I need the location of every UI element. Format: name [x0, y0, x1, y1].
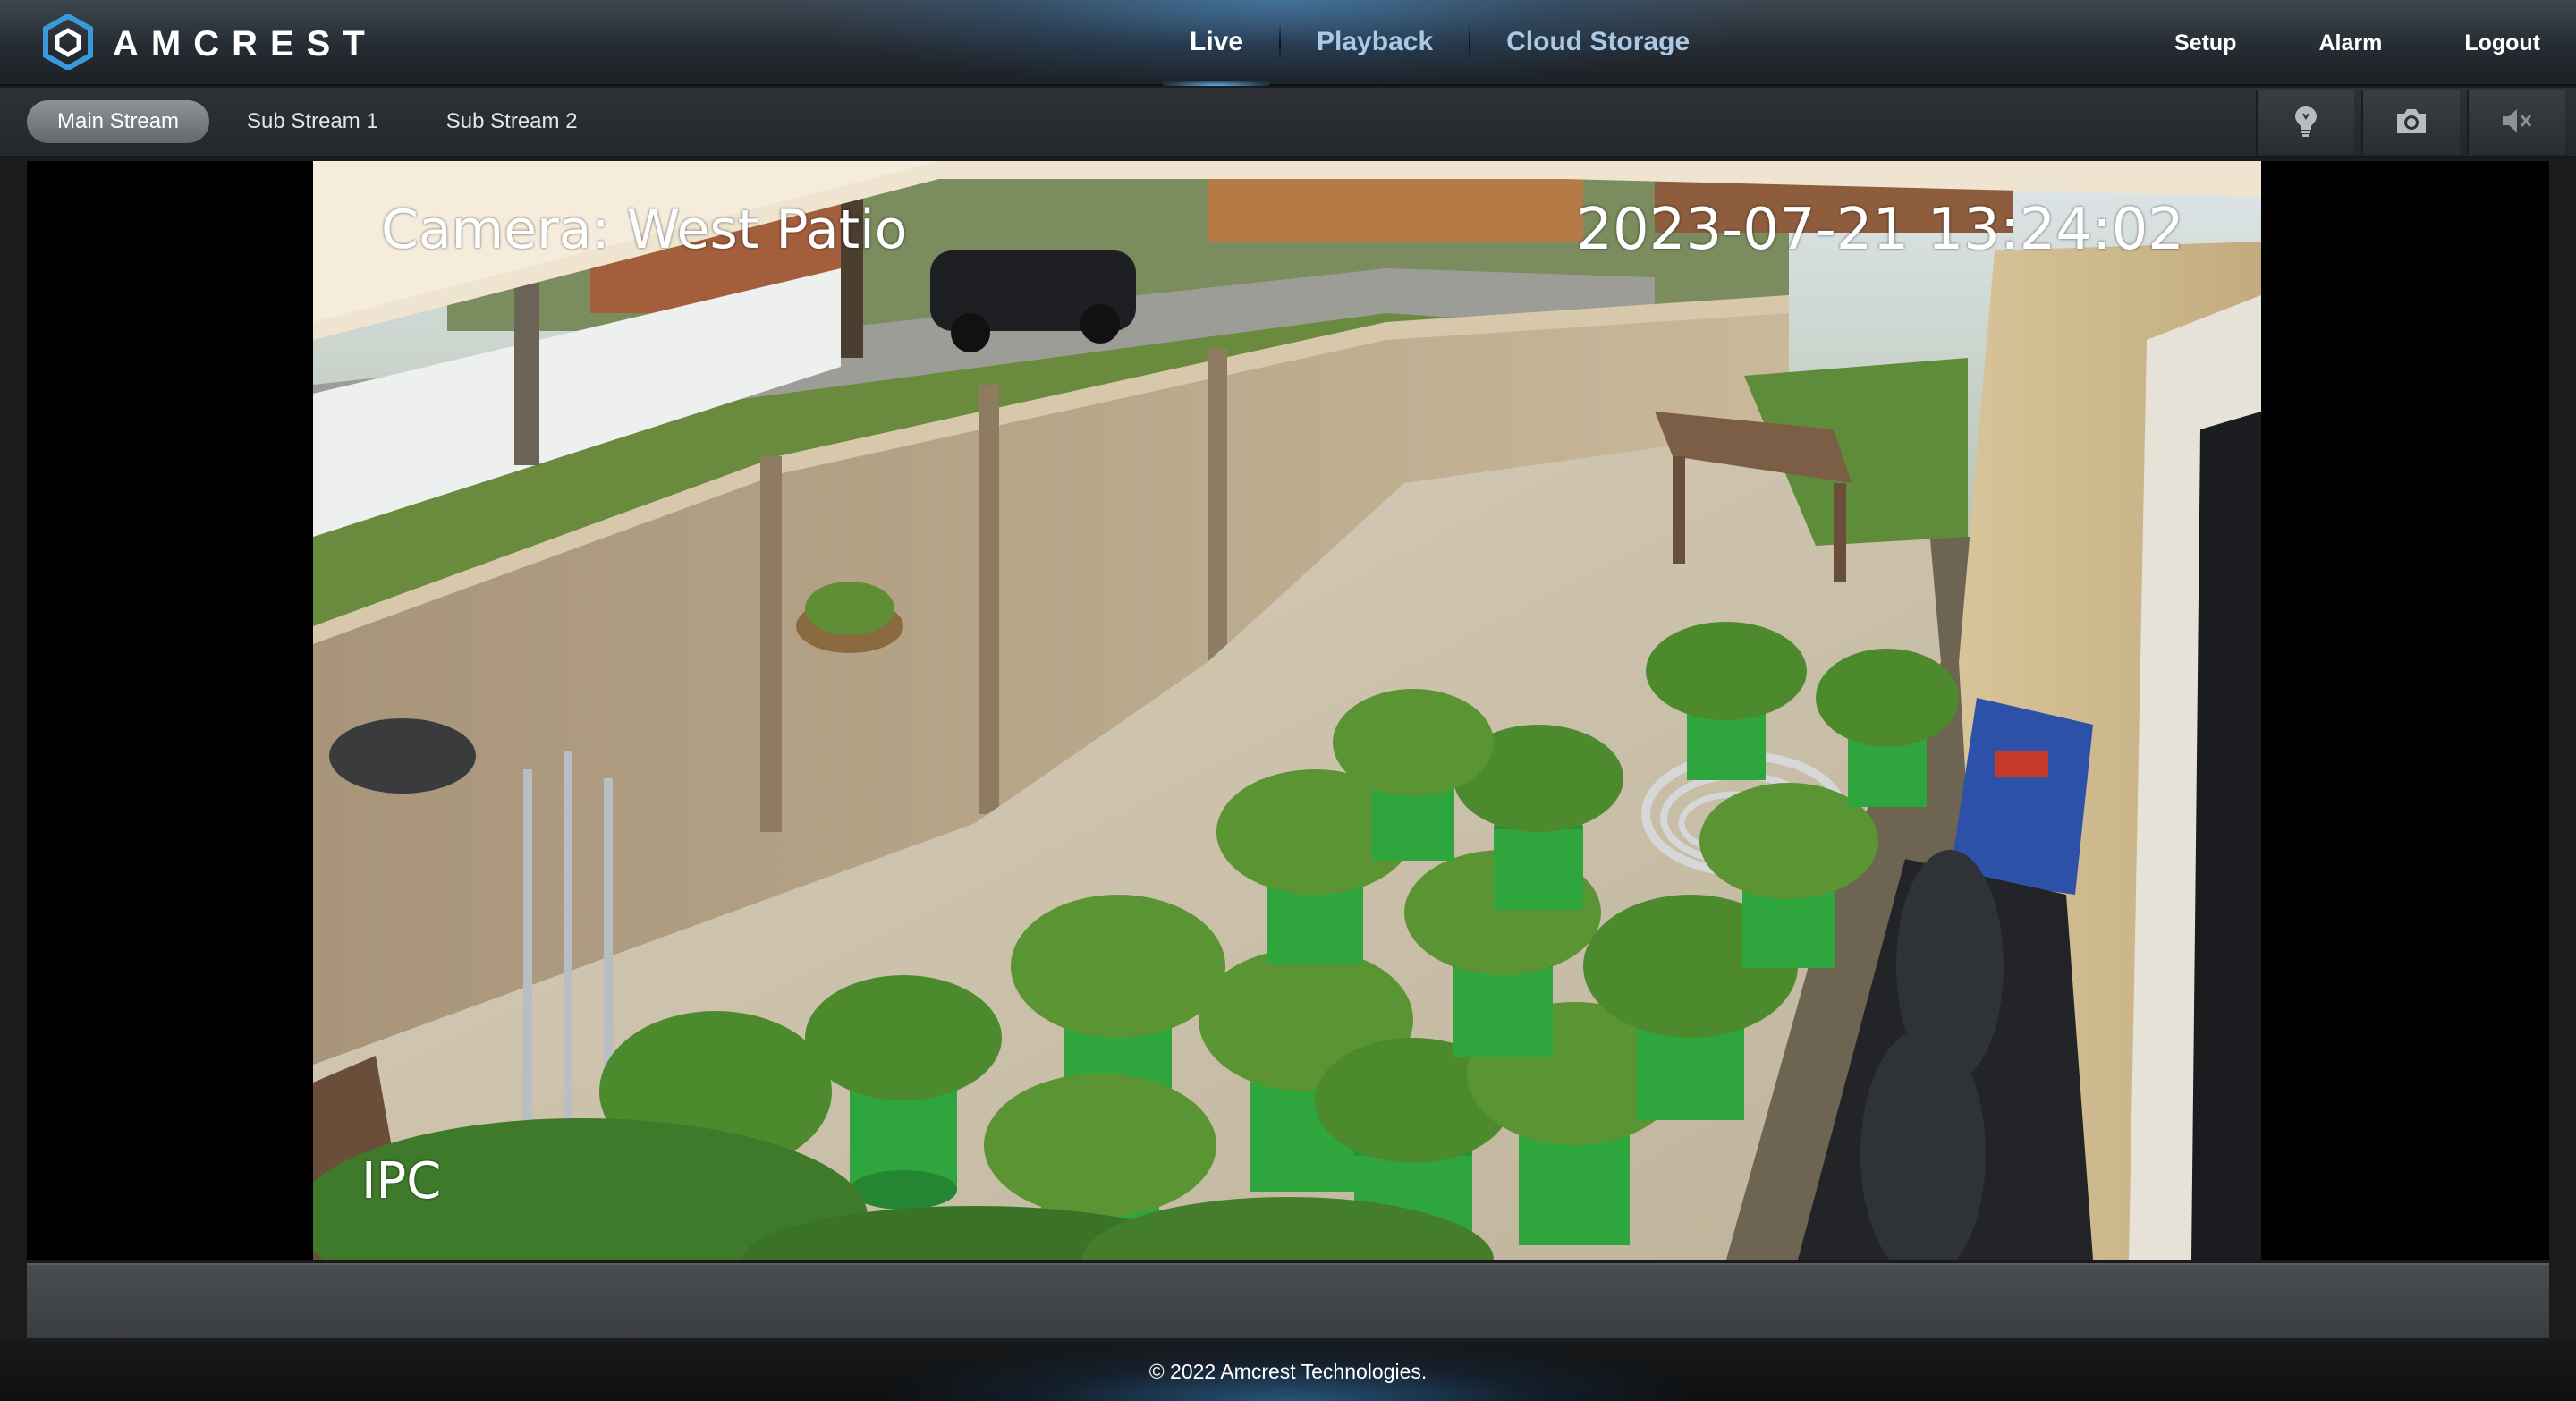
- tab-sub-stream-2[interactable]: Sub Stream 2: [416, 100, 608, 143]
- nav-playback[interactable]: Playback: [1281, 0, 1469, 86]
- osd-ipc-label: IPC: [361, 1152, 442, 1210]
- amcrest-logo[interactable]: AMCREST: [43, 13, 377, 74]
- top-header: AMCREST Live Playback Cloud Storage Setu…: [0, 0, 2576, 86]
- main-nav: Live Playback Cloud Storage: [1154, 0, 1725, 86]
- nav-alarm[interactable]: Alarm: [2318, 30, 2382, 56]
- camera-snapshot-icon: [2394, 103, 2429, 143]
- live-video-feed[interactable]: Camera: West Patio 2023-07-21 13:24:02 I…: [313, 161, 2261, 1260]
- osd-camera-name: Camera: West Patio: [381, 199, 908, 261]
- nav-setup[interactable]: Setup: [2174, 30, 2236, 56]
- tab-sub-stream-1[interactable]: Sub Stream 1: [216, 100, 409, 143]
- stream-tabs: Main Stream Sub Stream 1 Sub Stream 2: [27, 100, 615, 143]
- account-nav: Setup Alarm Logout: [2092, 0, 2540, 86]
- tab-main-stream[interactable]: Main Stream: [27, 100, 210, 143]
- camera-scene-image: [313, 161, 2261, 1260]
- speaker-muted-icon: [2499, 103, 2535, 143]
- amcrest-hexagon-logo-icon: [43, 13, 93, 74]
- tool-buttons: [2249, 88, 2565, 157]
- light-button[interactable]: [2256, 90, 2354, 155]
- video-control-bar: [27, 1263, 2549, 1338]
- snapshot-button[interactable]: [2361, 90, 2460, 155]
- light-bulb-icon: [2288, 103, 2324, 143]
- copyright-text: © 2022 Amcrest Technologies.: [1148, 1360, 1428, 1383]
- footer: © 2022 Amcrest Technologies.: [0, 1342, 2576, 1401]
- nav-cloud-storage[interactable]: Cloud Storage: [1470, 0, 1725, 86]
- logo-text: AMCREST: [113, 23, 377, 64]
- nav-logout[interactable]: Logout: [2464, 30, 2540, 56]
- video-viewport[interactable]: Camera: West Patio 2023-07-21 13:24:02 I…: [27, 161, 2549, 1260]
- stream-toolbar: Main Stream Sub Stream 1 Sub Stream 2: [0, 88, 2576, 157]
- osd-timestamp: 2023-07-21 13:24:02: [1576, 197, 2184, 263]
- audio-button[interactable]: [2467, 90, 2565, 155]
- nav-live[interactable]: Live: [1154, 0, 1279, 86]
